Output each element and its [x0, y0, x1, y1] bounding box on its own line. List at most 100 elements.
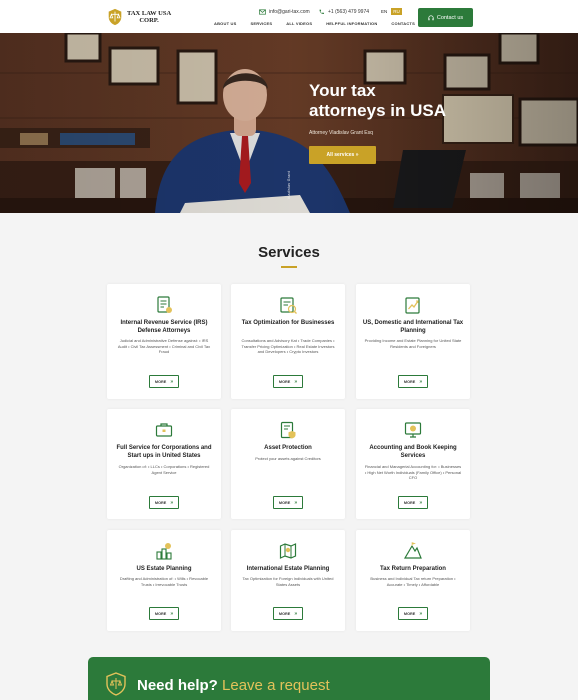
nav-contacts[interactable]: CONTACTS [391, 21, 415, 26]
service-card-accounting[interactable]: Accounting and Book Keeping Services Fin… [356, 409, 470, 519]
card-description: Tax Optimization for Foreign Individuals… [242, 576, 334, 587]
lang-ru[interactable]: RU [391, 8, 402, 15]
growth-chart-icon [405, 297, 420, 314]
card-title: US, Domestic and International Tax Plann… [362, 320, 464, 334]
map-icon [279, 543, 297, 559]
phone-link[interactable]: +1 (563) 479 9974 [318, 9, 369, 15]
logo[interactable]: TAX LAW USA CORP. [106, 6, 178, 28]
card-description: Financial and Managerial Accounting for:… [364, 464, 462, 480]
more-label: MORE [278, 379, 291, 384]
need-help-label: Need help? [137, 677, 218, 694]
more-button[interactable]: MORE» [398, 375, 428, 388]
nav-services[interactable]: SERVICES [251, 21, 273, 26]
hero-title: Your tax attorneys in USA [309, 81, 509, 121]
language-switcher: EN RU [379, 8, 402, 15]
more-label: MORE [154, 500, 167, 505]
nav-about[interactable]: ABOUT US [214, 21, 237, 26]
double-chevron-icon: » [170, 378, 174, 385]
card-description: Organization of: • LLCs • Corporations •… [118, 464, 210, 475]
contact-us-button[interactable]: Contact us [418, 8, 473, 27]
lang-en[interactable]: EN [379, 8, 389, 15]
scales-shield-icon [106, 672, 126, 696]
service-card-asset-protection[interactable]: Asset Protection Protect your assets aga… [231, 409, 345, 519]
card-description: Business and Individual Tax return Prepa… [370, 576, 456, 587]
scales-emblem-icon [108, 8, 122, 26]
hero-banner: Your tax attorneys in USA Attorney Vladi… [0, 33, 578, 213]
card-description: Protect your assets against Creditors [255, 456, 321, 461]
card-title: International Estate Planning [246, 566, 330, 572]
service-card-intl-estate[interactable]: International Estate Planning Tax Optimi… [231, 530, 345, 631]
more-button[interactable]: MORE» [273, 375, 303, 388]
nav-videos[interactable]: ALL VIDEOS [286, 21, 312, 26]
headset-icon [428, 14, 434, 20]
card-title: Asset Protection [264, 445, 312, 451]
all-services-button[interactable]: All services » [309, 146, 376, 164]
coins-icon [156, 543, 172, 560]
hero-subtitle: Attorney Vladislav Grant Esq [309, 130, 373, 136]
shield-document-icon [280, 421, 296, 439]
double-chevron-icon: » [419, 610, 423, 617]
card-title: Accounting and Book Keeping Services [369, 445, 457, 459]
more-label: MORE [278, 611, 291, 616]
card-description: Drafting and Administration of: • Wills … [119, 576, 209, 587]
more-button[interactable]: MORE» [149, 607, 179, 620]
more-label: MORE [403, 611, 416, 616]
contact-us-label: Contact us [436, 14, 464, 21]
card-title: US Estate Planning [136, 566, 192, 572]
hero-vertical-caption: Vladislav Grant [287, 171, 291, 200]
nav-helpful-info[interactable]: HELPFUL INFORMATION [326, 21, 377, 26]
service-card-tax-optimization[interactable]: Tax Optimization for Businesses Consulta… [231, 284, 345, 399]
more-label: MORE [403, 500, 416, 505]
tax-document-icon [280, 297, 297, 314]
briefcase-icon [155, 423, 173, 437]
more-button[interactable]: MORE» [398, 496, 428, 509]
need-help-banner[interactable]: Need help? Leave a request [88, 657, 490, 700]
service-card-us-tax-planning[interactable]: US, Domestic and International Tax Plann… [356, 284, 470, 399]
chevron-right-icon: » [355, 152, 359, 158]
hero-title-line-1: Your tax [309, 81, 376, 100]
all-services-label: All services [326, 152, 355, 158]
more-button[interactable]: MORE» [273, 496, 303, 509]
more-button[interactable]: MORE» [149, 496, 179, 509]
double-chevron-icon: » [419, 499, 423, 506]
email-link[interactable]: info@gari-tax.com [259, 9, 310, 15]
more-button[interactable]: MORE» [273, 607, 303, 620]
more-label: MORE [154, 611, 167, 616]
card-description: Providing Income and Estate Planning for… [364, 338, 462, 349]
more-button[interactable]: MORE» [149, 375, 179, 388]
card-title: Tax Return Preparation [380, 566, 446, 572]
logo-line-1: TAX LAW USA [127, 9, 172, 17]
mail-icon [259, 9, 266, 15]
main-nav: ABOUT US SERVICES ALL VIDEOS HELPFUL INF… [214, 21, 415, 26]
card-title: Full Service for Corporations and Start … [116, 445, 212, 459]
service-card-tax-return[interactable]: Tax Return Preparation Business and Indi… [356, 530, 470, 631]
double-chevron-icon: » [419, 378, 423, 385]
service-card-irs[interactable]: Internal Revenue Service (IRS) Defense A… [107, 284, 221, 399]
leave-request-label: Leave a request [222, 677, 330, 694]
money-screen-icon [404, 422, 422, 438]
email-text: info@gari-tax.com [269, 9, 310, 15]
logo-text: TAX LAW USA CORP. [127, 10, 171, 25]
double-chevron-icon: » [294, 610, 298, 617]
service-card-us-estate[interactable]: US Estate Planning Drafting and Administ… [107, 530, 221, 631]
service-card-corporations[interactable]: Full Service for Corporations and Start … [107, 409, 221, 519]
need-help-text: Need help? Leave a request [137, 677, 330, 694]
double-chevron-icon: » [170, 610, 174, 617]
double-chevron-icon: » [294, 499, 298, 506]
services-title: Services [258, 244, 320, 261]
mountain-icon [403, 542, 422, 559]
more-label: MORE [154, 379, 167, 384]
phone-text: +1 (563) 479 9974 [328, 9, 370, 15]
double-chevron-icon: » [170, 499, 174, 506]
hero-title-line-2: attorneys in USA [309, 101, 446, 120]
document-check-icon [157, 296, 172, 313]
card-description: Consultations and Advisory Kat • Trade C… [241, 338, 335, 354]
more-label: MORE [403, 379, 416, 384]
more-button[interactable]: MORE» [398, 607, 428, 620]
site-header: TAX LAW USA CORP. info@gari-tax.com +1 (… [0, 0, 578, 33]
card-description: Judicial and Administrative Defense agai… [117, 338, 211, 354]
title-underline [281, 266, 297, 268]
double-chevron-icon: » [294, 378, 298, 385]
more-label: MORE [278, 500, 291, 505]
logo-line-2: CORP. [139, 17, 159, 24]
